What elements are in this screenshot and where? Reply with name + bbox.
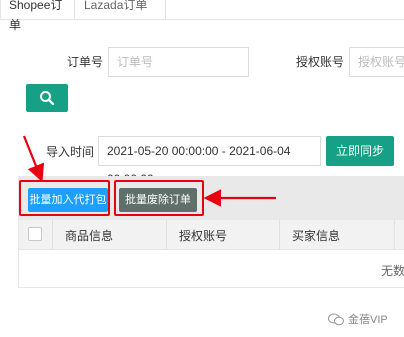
watermark-text: 金蓓VIP [348,314,388,326]
wechat-icon [328,313,344,326]
annotation-arrow-down [22,135,45,183]
annotation-arrows [22,135,276,207]
